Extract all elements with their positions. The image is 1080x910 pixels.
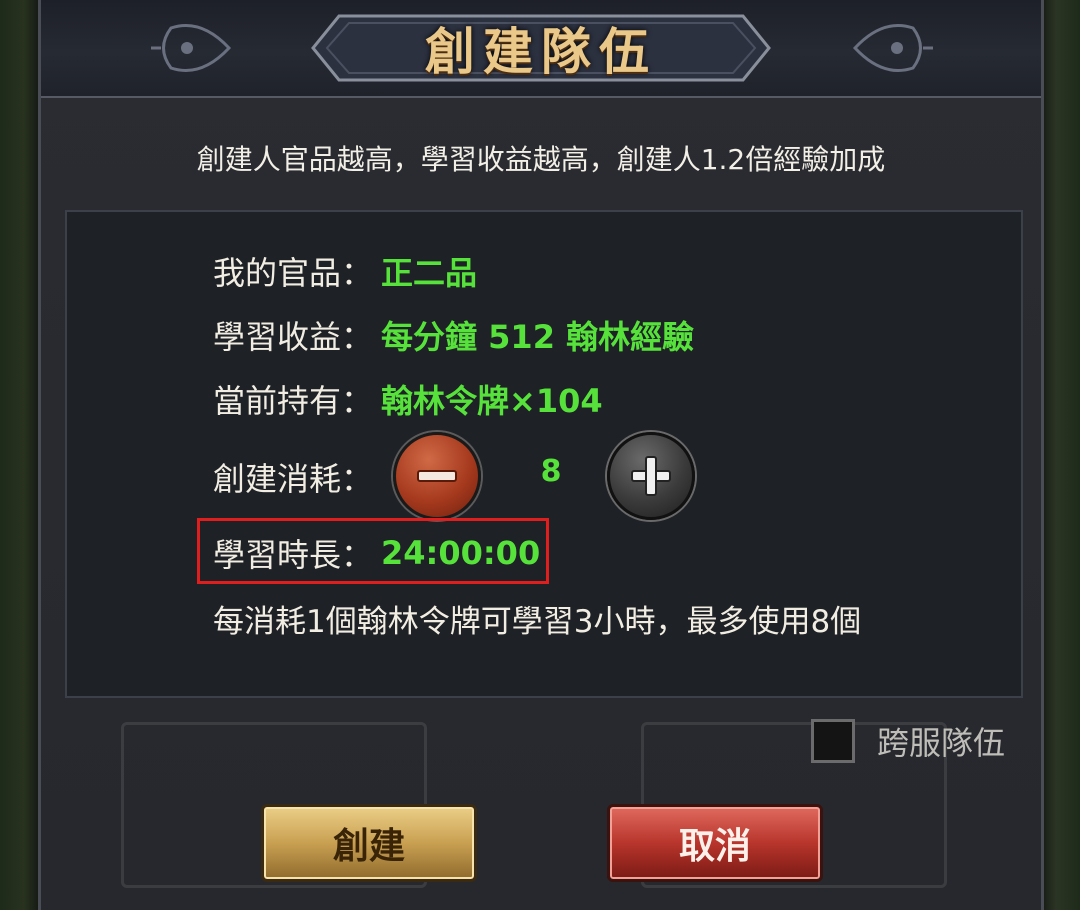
background-left <box>0 0 40 910</box>
holding-value: 翰林令牌×104 <box>381 382 603 420</box>
left-ornament-icon <box>151 24 231 72</box>
dialog-title: 創建隊伍 <box>425 22 657 81</box>
minus-icon <box>417 470 457 482</box>
duration-highlight-box <box>197 518 549 584</box>
income-row: 學習收益： 每分鐘 512 翰林經驗 <box>213 310 694 360</box>
info-panel: 我的官品： 正二品 學習收益： 每分鐘 512 翰林經驗 當前持有： 翰林令牌×… <box>65 210 1023 698</box>
cross-server-option[interactable]: 跨服隊伍 <box>811 716 1005 766</box>
income-label: 學習收益： <box>213 318 374 356</box>
create-team-dialog: 創建隊伍 創建人官品越高，學習收益越高，創建人1.2倍經驗加成 我的官品： 正二… <box>38 0 1044 910</box>
rank-value: 正二品 <box>381 254 478 292</box>
holding-row: 當前持有： 翰林令牌×104 <box>213 374 603 424</box>
create-button[interactable]: 創建 <box>261 804 477 882</box>
rank-label: 我的官品： <box>213 254 374 292</box>
decrease-button[interactable] <box>393 432 481 520</box>
title-plaque: 創建隊伍 <box>311 14 771 82</box>
cancel-button[interactable]: 取消 <box>607 804 823 882</box>
title-bar: 創建隊伍 <box>41 0 1041 98</box>
cost-quantity: 8 <box>540 454 562 489</box>
rank-row: 我的官品： 正二品 <box>213 246 477 296</box>
cost-label: 創建消耗： <box>213 460 374 498</box>
income-value: 每分鐘 512 翰林經驗 <box>381 318 695 356</box>
cost-row: 創建消耗： <box>213 452 373 502</box>
increase-button[interactable] <box>607 432 695 520</box>
holding-label: 當前持有： <box>213 382 374 420</box>
plus-icon <box>631 456 671 496</box>
dialog-subtitle: 創建人官品越高，學習收益越高，創建人1.2倍經驗加成 <box>196 143 886 176</box>
right-ornament-icon <box>853 24 933 72</box>
cross-server-label: 跨服隊伍 <box>877 724 1006 762</box>
background-right <box>1040 0 1080 910</box>
cross-server-checkbox[interactable] <box>811 719 855 763</box>
usage-note: 每消耗1個翰林令牌可學習3小時，最多使用8個 <box>213 604 862 640</box>
